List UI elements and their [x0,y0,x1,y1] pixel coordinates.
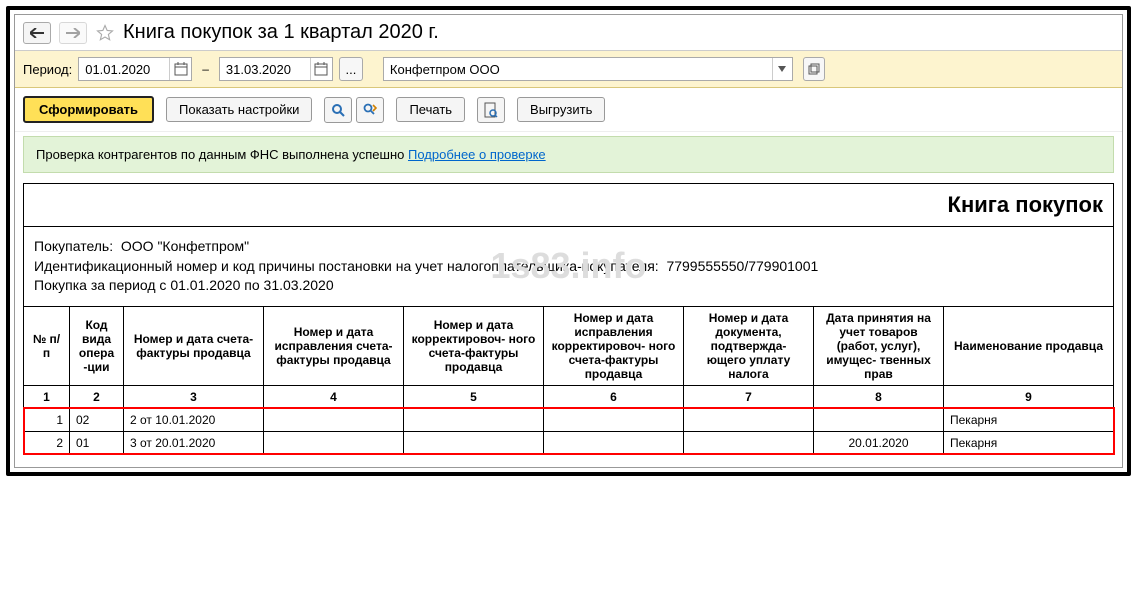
col-6-header: Номер и дата исправления корректировоч- … [544,306,684,385]
col-5-header: Номер и дата корректировоч- ного счета-ф… [404,306,544,385]
preview-icon[interactable] [477,97,505,123]
col-1-header: № п/п [24,306,70,385]
titlebar: Книга покупок за 1 квартал 2020 г. [15,15,1122,51]
dropdown-icon[interactable] [772,58,792,80]
date-to-field [219,57,333,81]
col-8-header: Дата принятия на учет товаров (работ, ус… [814,306,944,385]
colnum-row: 1 2 3 4 5 6 7 8 9 [24,385,1114,408]
nav-back-button[interactable] [23,22,51,44]
report-area: Книга покупок Покупатель: ООО "Конфетпро… [15,183,1122,467]
calendar-icon[interactable] [169,58,191,80]
period-label: Период: [23,62,72,77]
col-7-header: Номер и дата документа, подтвержда- ющег… [684,306,814,385]
calendar-icon[interactable] [310,58,332,80]
inn-value: 7799555550/779901001 [666,258,818,274]
favorite-star-icon[interactable] [95,23,115,43]
dash: – [198,62,213,76]
toolbar: Сформировать Показать настройки Печать В… [15,88,1122,132]
status-text: Проверка контрагентов по данным ФНС выпо… [36,147,404,162]
organization-field [383,57,793,81]
col-4-header: Номер и дата исправления счета-фактуры п… [264,306,404,385]
report-meta: Покупатель: ООО "Конфетпром" Идентификац… [23,227,1114,306]
period-picker-button[interactable]: ... [339,57,363,81]
col-3-header: Номер и дата счета-фактуры продавца [124,306,264,385]
inn-label: Идентификационный номер и код причины по… [34,258,659,274]
table-row[interactable]: 2013 от 20.01.202020.01.2020Пекарня [24,431,1114,454]
header-row: № п/п Код вида опера -ции Номер и дата с… [24,306,1114,385]
generate-button[interactable]: Сформировать [23,96,154,123]
print-button[interactable]: Печать [396,97,465,122]
search-icon[interactable] [324,97,352,123]
period-text: Покупка за период с 01.01.2020 по 31.03.… [34,276,1103,296]
show-settings-button[interactable]: Показать настройки [166,97,312,122]
date-from-field [78,57,192,81]
buyer-name: ООО "Конфетпром" [121,238,249,254]
col-2-header: Код вида опера -ции [70,306,124,385]
search-next-icon[interactable] [356,97,384,123]
status-link[interactable]: Подробнее о проверке [408,147,546,162]
export-button[interactable]: Выгрузить [517,97,605,122]
status-bar: Проверка контрагентов по данным ФНС выпо… [23,136,1114,173]
report-title: Книга покупок [23,183,1114,227]
organization-input[interactable] [384,58,772,80]
period-bar: Период: – ... [15,51,1122,88]
nav-forward-button[interactable] [59,22,87,44]
open-external-button[interactable] [803,57,825,81]
date-from-input[interactable] [79,60,169,79]
date-to-input[interactable] [220,60,310,79]
buyer-label: Покупатель: [34,238,113,254]
page-title: Книга покупок за 1 квартал 2020 г. [123,21,439,44]
col-9-header: Наименование продавца [944,306,1114,385]
report-table: № п/п Код вида опера -ции Номер и дата с… [23,306,1114,455]
table-row[interactable]: 1022 от 10.01.2020Пекарня [24,408,1114,431]
